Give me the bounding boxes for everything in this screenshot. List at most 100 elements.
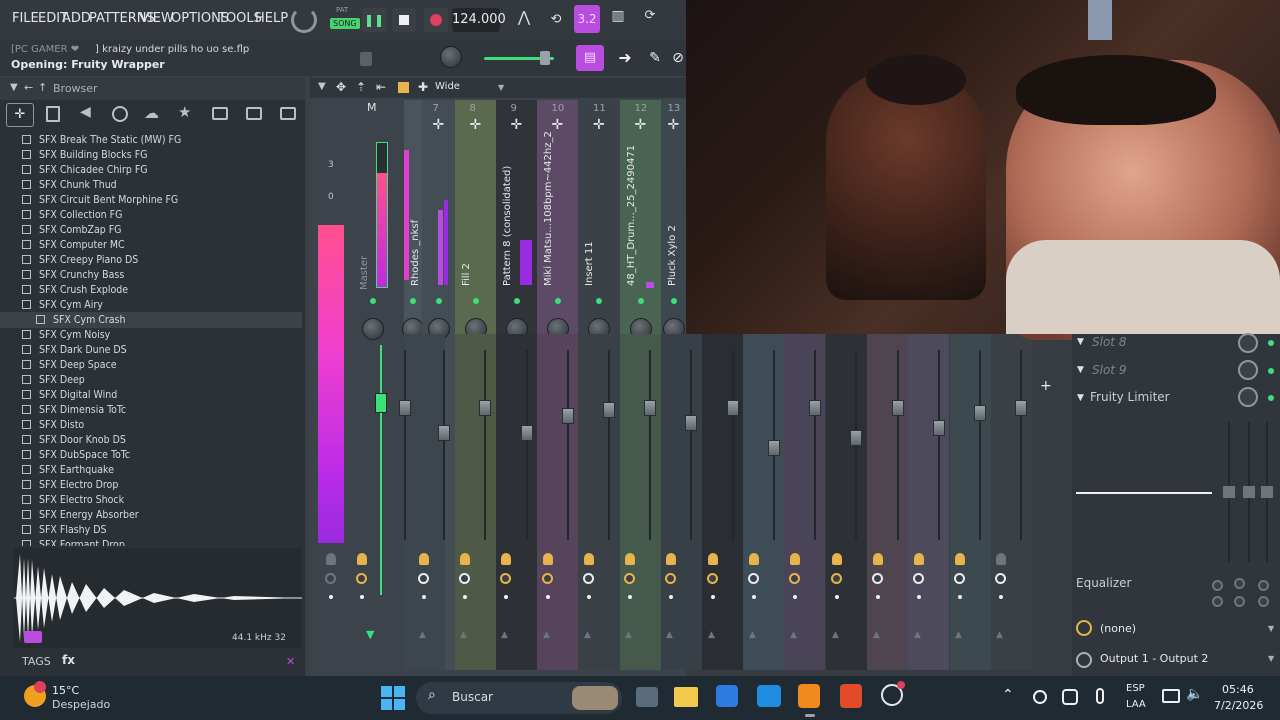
browser-list-item[interactable]: SFX Deep Space [22, 359, 117, 374]
phase-icon[interactable] [749, 553, 759, 565]
route-dot[interactable] [711, 595, 715, 599]
mixer-tool-icon[interactable]: ✥ [336, 80, 346, 94]
output-dropdown-icon[interactable]: ▼ [1268, 654, 1274, 663]
stereo-separation-knob[interactable] [356, 573, 367, 584]
browser-list-item[interactable]: SFX Break The Static (MW) FG [22, 134, 181, 149]
mixer-strip-body[interactable] [496, 334, 537, 670]
browser-list-item[interactable]: SFX Cym Noisy [22, 329, 110, 344]
send-arrow-icon[interactable]: ▲ [790, 630, 797, 640]
strip-link-icon[interactable]: ✛ [433, 117, 445, 133]
mixer-color-icon[interactable] [398, 82, 409, 93]
stereo-separation-knob[interactable] [872, 573, 883, 584]
send-arrow-icon[interactable]: ▲ [419, 630, 426, 640]
song-mode-button[interactable]: SONG [330, 18, 360, 29]
mixer-view-select[interactable]: Wide [435, 81, 460, 92]
browser-list-item[interactable]: SFX Collection FG [22, 209, 122, 224]
countdown-icon[interactable]: 3.2 [574, 5, 600, 33]
browser-plugins-icon[interactable]: ◀ [80, 104, 91, 120]
view-dropdown-icon[interactable]: ▼ [498, 83, 504, 92]
browser-list-item[interactable]: SFX Electro Shock [22, 494, 124, 509]
volume-fader[interactable] [768, 440, 780, 456]
clock-time[interactable]: 05:46 [1222, 683, 1254, 696]
browser-list-item[interactable]: SFX Chicadee Chirp FG [22, 164, 148, 179]
strip-enable-led[interactable] [637, 298, 644, 304]
browser-list-item[interactable]: SFX Circuit Bent Morphine FG [22, 194, 178, 209]
stereo-separation-knob[interactable] [789, 573, 800, 584]
send-arrow-icon[interactable]: ▲ [584, 630, 591, 640]
strip-link-icon[interactable]: ✛ [470, 117, 482, 133]
phase-icon[interactable] [326, 553, 336, 565]
mixer-add-icon[interactable]: ✚ [418, 80, 428, 94]
record-indicator-icon[interactable] [291, 7, 317, 33]
step-edit-icon[interactable]: ▥ [606, 8, 630, 32]
stereo-separation-knob[interactable] [583, 573, 594, 584]
route-dot[interactable] [752, 595, 756, 599]
browser-list-item[interactable]: SFX Dark Dune DS [22, 344, 127, 359]
fruity-limiter-slot[interactable]: Fruity Limiter [1090, 390, 1170, 404]
phase-icon[interactable] [708, 553, 718, 565]
stereo-separation-knob[interactable] [707, 573, 718, 584]
volume-fader[interactable] [399, 400, 411, 416]
browser-cloud-icon[interactable]: ☁ [144, 104, 159, 122]
strip-enable-led[interactable] [554, 298, 561, 304]
strip-pan-knob[interactable] [362, 318, 384, 340]
strip-enable-led[interactable] [513, 298, 520, 304]
mixer-strip-body[interactable] [826, 334, 867, 670]
phase-icon[interactable] [625, 553, 635, 565]
browser-all-icon[interactable]: ✛ [6, 103, 34, 127]
browser-list-item[interactable]: SFX Energy Absorber [22, 509, 139, 524]
stereo-separation-knob[interactable] [624, 573, 635, 584]
mixer-arrow-up-icon[interactable]: ⇡ [356, 80, 366, 94]
send-arrow-icon[interactable]: ▲ [749, 630, 756, 640]
volume-fader[interactable] [850, 430, 862, 446]
arrow-right-icon[interactable]: ➜ [612, 45, 638, 71]
route-dot[interactable] [835, 595, 839, 599]
strip-enable-led[interactable] [670, 298, 677, 304]
send-arrow-icon[interactable]: ▲ [708, 630, 715, 640]
phase-icon[interactable] [666, 553, 676, 565]
slot-8-mix-knob[interactable] [1238, 333, 1258, 353]
route-dot[interactable] [329, 595, 333, 599]
mixer-strip-body[interactable] [404, 334, 445, 670]
record-button[interactable] [424, 8, 448, 32]
send-arrow-icon[interactable]: ▲ [543, 630, 550, 640]
up-arrow-icon[interactable]: ↑ [38, 81, 47, 94]
volume-fader[interactable] [521, 425, 533, 441]
clock-date[interactable]: 7/2/2026 [1214, 699, 1263, 712]
route-dot[interactable] [999, 595, 1003, 599]
file-explorer-icon[interactable] [674, 687, 698, 707]
phase-icon[interactable] [419, 553, 429, 565]
route-dot[interactable] [463, 595, 467, 599]
strip-link-icon[interactable]: ✛ [635, 117, 647, 133]
stereo-separation-knob[interactable] [913, 573, 924, 584]
strip-link-icon[interactable]: ✛ [593, 117, 605, 133]
browser-list-item[interactable]: SFX Creepy Piano DS [22, 254, 138, 269]
store-icon[interactable] [716, 685, 738, 707]
mixer-arrow-left-icon[interactable]: ⇤ [376, 80, 386, 94]
slot-9-enable-led[interactable] [1268, 368, 1274, 374]
phase-icon[interactable] [790, 553, 800, 565]
stereo-separation-knob[interactable] [500, 573, 511, 584]
send-arrow-icon[interactable]: ▲ [996, 630, 1003, 640]
route-dropdown-icon[interactable]: ▼ [1268, 624, 1274, 633]
phase-icon[interactable] [543, 553, 553, 565]
mixer-strip-body[interactable] [950, 334, 991, 670]
route-clock-icon[interactable] [1076, 620, 1092, 636]
phase-icon[interactable] [584, 553, 594, 565]
metronome-icon[interactable]: ⋀ [512, 8, 536, 32]
volume-fader[interactable] [809, 400, 821, 416]
preview-marker[interactable] [24, 631, 42, 643]
strip-enable-led[interactable] [410, 298, 416, 304]
route-dot[interactable] [669, 595, 673, 599]
browser-list-item[interactable]: SFX Flashy DS [22, 524, 107, 539]
route-dot[interactable] [504, 595, 508, 599]
browser-list-item[interactable]: SFX Crush Explode [22, 284, 128, 299]
network-icon[interactable] [1162, 689, 1180, 703]
phase-icon[interactable] [460, 553, 470, 565]
tray-sync-icon[interactable] [1062, 689, 1078, 705]
playlist-icon[interactable]: ▤ [576, 45, 604, 71]
route-dot[interactable] [917, 595, 921, 599]
mixer-strip-body[interactable] [743, 334, 784, 670]
master-route-arrow-icon[interactable]: ▼ [366, 628, 376, 641]
master-volume-handle[interactable] [540, 51, 550, 65]
